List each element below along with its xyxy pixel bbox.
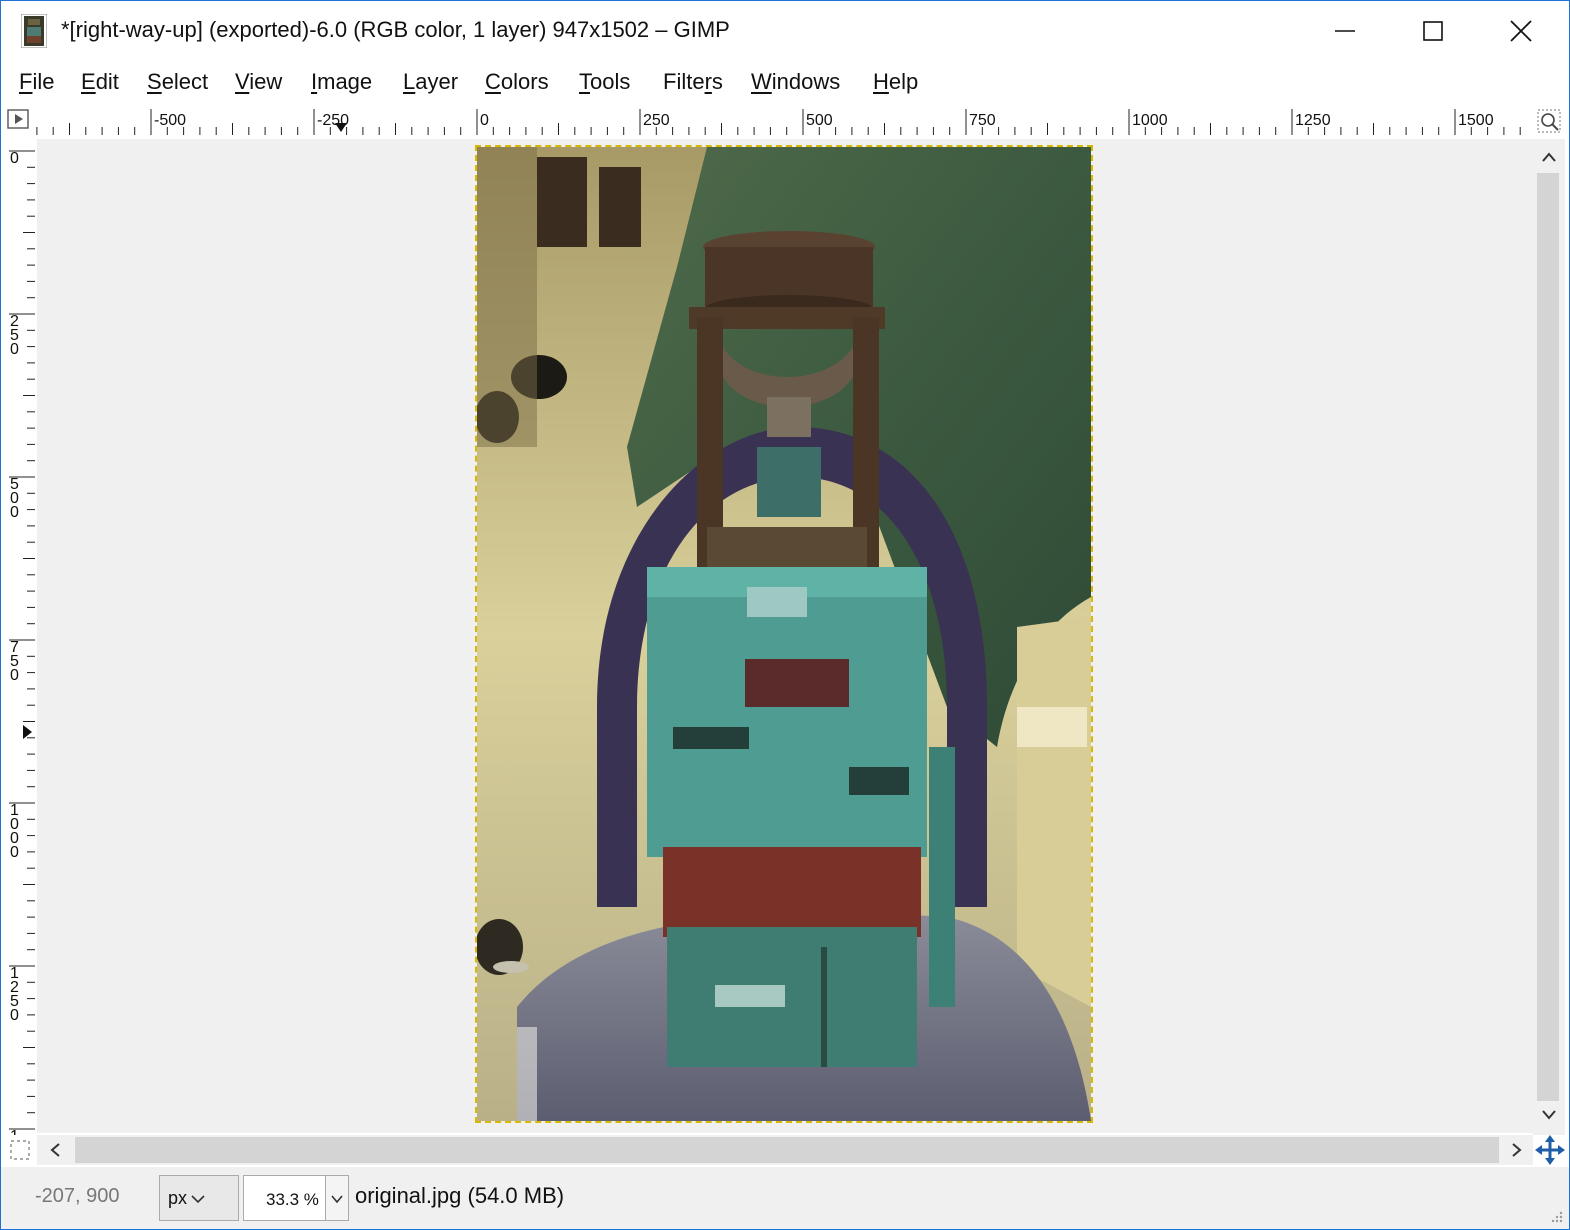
zoom-dropdown-button[interactable]	[325, 1176, 348, 1220]
menu-windows[interactable]: Windows	[751, 69, 840, 95]
ruler-label: 250	[643, 112, 670, 129]
minimize-icon	[1335, 30, 1355, 32]
menu-layer[interactable]: Layer	[403, 69, 458, 95]
ruler-label: 0	[10, 1007, 19, 1024]
minimize-button[interactable]	[1315, 9, 1375, 53]
zoom-dropdown[interactable]: 33.3 %	[243, 1175, 349, 1221]
ruler-label: 0	[10, 504, 19, 521]
quick-mask-toggle-icon[interactable]	[9, 1139, 31, 1161]
ruler-label: 0	[480, 112, 489, 129]
title-bar[interactable]: *[right-way-up] (exported)-6.0 (RGB colo…	[1, 1, 1569, 61]
ruler-label: 0	[10, 667, 19, 684]
menu-help-label: Help	[873, 69, 919, 94]
scroll-right-icon[interactable]	[1511, 1142, 1523, 1158]
vertical-pointer-marker	[23, 725, 32, 739]
menu-select-label: Select	[147, 69, 209, 94]
image-menu-button[interactable]	[5, 107, 33, 133]
menu-colors[interactable]: Colors	[485, 69, 549, 95]
window-title: *[right-way-up] (exported)-6.0 (RGB colo…	[61, 17, 730, 42]
status-bar: -207, 900 px 33.3 % original.jpg (54.0 M…	[1, 1167, 1569, 1229]
zoom-image-toggle[interactable]	[1537, 109, 1561, 133]
menu-select[interactable]: Select	[147, 69, 208, 95]
unit-dropdown[interactable]: px	[159, 1175, 239, 1221]
menu-filters[interactable]: Filters	[663, 69, 723, 95]
menu-layer-label: Layer	[403, 69, 459, 94]
resize-grip-icon[interactable]	[1549, 1209, 1563, 1223]
vertical-scroll-thumb[interactable]	[1537, 173, 1559, 1101]
menu-image-label: Image	[311, 69, 373, 94]
menu-file[interactable]: File	[19, 69, 54, 95]
unit-value: px	[168, 1188, 188, 1208]
menu-windows-label: Windows	[751, 69, 841, 94]
ruler-label: 1500	[1458, 112, 1494, 129]
close-button[interactable]	[1491, 9, 1551, 53]
vertical-ruler[interactable]: 0250500750100012501	[5, 141, 35, 1135]
gimp-app-icon[interactable]	[21, 14, 47, 48]
gimp-window: *[right-way-up] (exported)-6.0 (RGB colo…	[0, 0, 1570, 1230]
menu-tools[interactable]: Tools	[579, 69, 630, 95]
menu-file-label: File	[19, 69, 55, 94]
menu-view-label: View	[235, 69, 283, 94]
ruler-label: 0	[10, 844, 19, 861]
menu-filters-label: Filters	[663, 69, 723, 94]
horizontal-ruler[interactable]: -500 -250 0 250 500 750 1000 1250 1500	[35, 105, 1531, 135]
menu-help[interactable]: Help	[873, 69, 918, 95]
navigate-move-icon[interactable]	[1535, 1135, 1565, 1165]
menu-colors-label: Colors	[485, 69, 549, 94]
ruler-label: 0	[10, 150, 19, 167]
horizontal-scrollbar[interactable]	[37, 1135, 1533, 1165]
status-file-info: original.jpg (54.0 MB)	[355, 1183, 565, 1208]
menu-edit-label: Edit	[81, 69, 119, 94]
chevron-down-icon	[331, 1195, 343, 1204]
ruler-label: 1000	[1132, 112, 1168, 129]
scroll-up-icon[interactable]	[1541, 151, 1557, 163]
ruler-label: 0	[10, 341, 19, 358]
close-icon	[1510, 20, 1532, 42]
ruler-label: 500	[806, 112, 833, 129]
ruler-label: 1	[10, 1128, 19, 1135]
menu-tools-label: Tools	[579, 69, 631, 94]
photo-image-layer[interactable]	[475, 145, 1093, 1123]
menu-view[interactable]: View	[235, 69, 282, 95]
zoom-value[interactable]: 33.3 %	[266, 1190, 319, 1210]
pointer-coordinates: -207, 900	[35, 1185, 120, 1207]
scroll-down-icon[interactable]	[1541, 1109, 1557, 1121]
maximize-icon	[1423, 21, 1443, 41]
menu-edit[interactable]: Edit	[81, 69, 119, 95]
menu-bar: File Edit Select View Image Layer Colors…	[1, 63, 1569, 103]
scroll-left-icon[interactable]	[49, 1142, 61, 1158]
chevron-down-icon	[191, 1195, 205, 1204]
ruler-label: 1250	[1295, 112, 1331, 129]
horizontal-scroll-thumb[interactable]	[75, 1137, 1499, 1163]
vertical-scrollbar[interactable]	[1533, 139, 1565, 1135]
menu-image[interactable]: Image	[311, 69, 372, 95]
photo-of-machine	[477, 147, 1091, 1121]
ruler-label: -500	[154, 112, 186, 129]
maximize-button[interactable]	[1403, 9, 1463, 53]
ruler-label: 750	[969, 112, 996, 129]
image-canvas[interactable]	[37, 139, 1533, 1133]
